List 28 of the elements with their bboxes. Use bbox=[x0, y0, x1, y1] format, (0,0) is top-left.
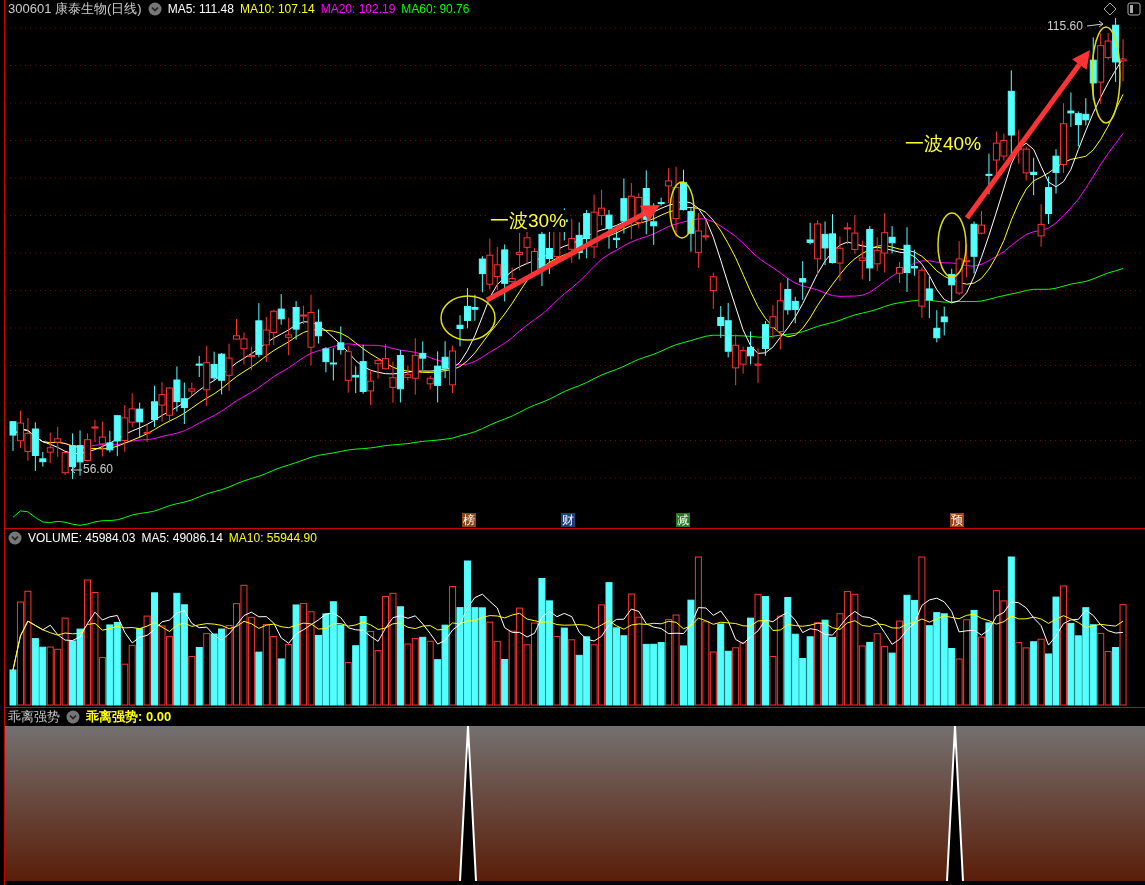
collapse-icon[interactable] bbox=[8, 531, 22, 545]
event-marker[interactable]: 预 bbox=[950, 513, 964, 527]
chart-title: 乖离强势 bbox=[8, 708, 60, 726]
annotation-text: 一波40% bbox=[905, 133, 982, 155]
collapse-icon[interactable] bbox=[147, 2, 162, 16]
indicator-value: VOLUME: 45984.03 bbox=[28, 531, 136, 545]
highlight-ellipse bbox=[937, 212, 967, 278]
chart-title: 300601 康泰生物(日线) bbox=[8, 0, 142, 18]
leader-line bbox=[1086, 20, 1104, 28]
panel-toggle-icon[interactable] bbox=[1127, 2, 1141, 16]
highlight-ellipse bbox=[669, 181, 695, 239]
annotation-text: 一波30% bbox=[490, 210, 567, 232]
price-label: 115.60 bbox=[1047, 19, 1083, 33]
collapse-icon[interactable] bbox=[66, 710, 80, 724]
leader-line bbox=[70, 466, 83, 474]
indicator-value: MA20: 102.19 bbox=[320, 2, 396, 16]
indicator-value: MA10: 55944.90 bbox=[228, 531, 317, 545]
indicator-value: MA5: 111.48 bbox=[167, 2, 234, 16]
indicator-value: MA5: 49086.14 bbox=[141, 531, 223, 545]
highlight-ellipse bbox=[440, 295, 496, 341]
indicator-value: 乖离强势: 0.00 bbox=[86, 708, 172, 726]
diamond-icon[interactable] bbox=[1103, 2, 1117, 16]
event-marker[interactable]: 减 bbox=[676, 513, 690, 527]
event-marker[interactable]: 榜 bbox=[462, 513, 476, 527]
indicator-value: MA60: 90.76 bbox=[401, 2, 470, 16]
indicator-value: MA10: 107.14 bbox=[239, 2, 315, 16]
event-marker[interactable]: 财 bbox=[561, 513, 575, 527]
price-label: 56.60 bbox=[83, 462, 114, 476]
